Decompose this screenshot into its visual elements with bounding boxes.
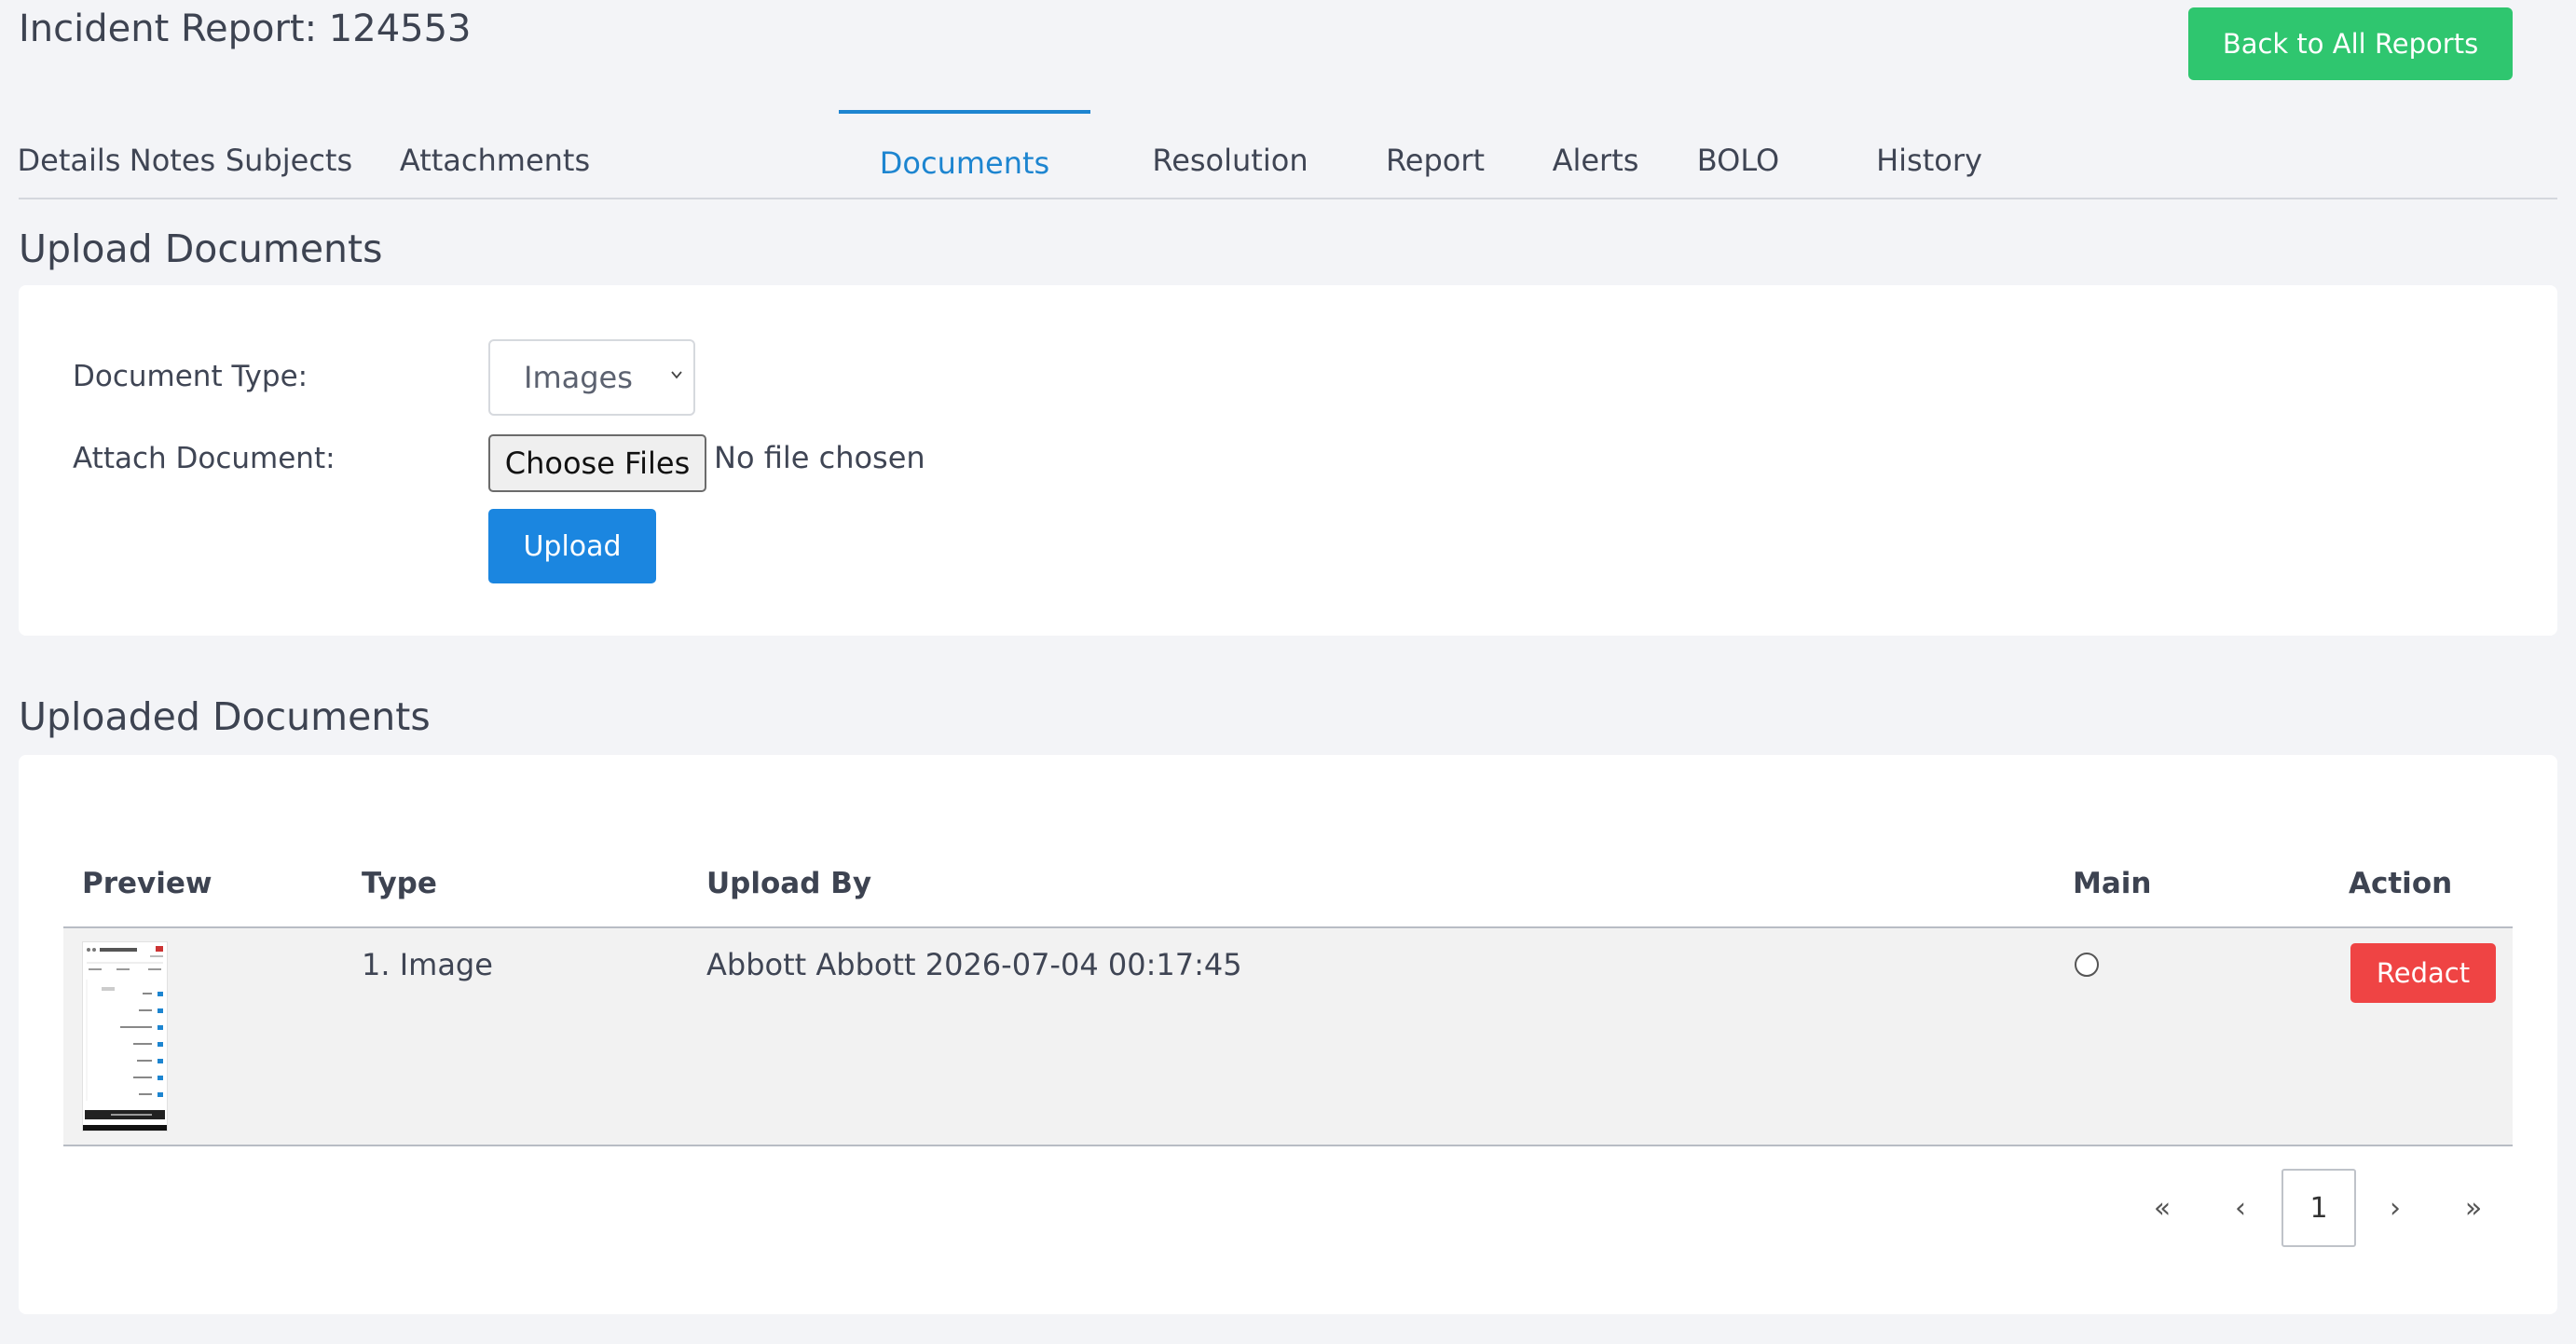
page-title: Incident Report: 124553 <box>19 7 472 50</box>
column-header-action: Action <box>2349 867 2453 900</box>
tab-label: Documents <box>879 145 1050 181</box>
document-type-cell: 1. Image <box>362 947 493 982</box>
pagination-first-button[interactable]: « <box>2125 1169 2199 1247</box>
tab-notes[interactable]: Notes <box>123 123 222 198</box>
column-header-main: Main <box>2073 867 2152 900</box>
upload-documents-heading: Upload Documents <box>19 226 383 271</box>
upload-button[interactable]: Upload <box>488 509 656 583</box>
attach-document-label: Attach Document: <box>73 442 336 475</box>
tab-documents[interactable]: Documents <box>839 110 1090 205</box>
upload-card <box>19 285 2557 636</box>
main-radio-button[interactable] <box>2075 953 2099 977</box>
tab-subjects[interactable]: Subjects <box>222 123 356 198</box>
document-preview-image <box>83 942 167 1131</box>
tab-alerts[interactable]: Alerts <box>1538 123 1653 198</box>
tab-label: History <box>1876 143 1982 178</box>
tab-label: Alerts <box>1552 143 1639 178</box>
document-type-label: Document Type: <box>73 360 308 393</box>
tab-label: Notes <box>129 143 216 178</box>
document-type-select[interactable]: Images <box>488 339 695 416</box>
tab-bolo[interactable]: BOLO <box>1687 123 1789 198</box>
redact-button[interactable]: Redact <box>2350 943 2496 1003</box>
pagination-prev-button[interactable]: ‹ <box>2203 1169 2278 1247</box>
pagination-next-button[interactable]: › <box>2358 1169 2432 1247</box>
tab-label: Report <box>1385 143 1486 178</box>
column-header-upload-by: Upload By <box>706 867 872 900</box>
tab-label: Subjects <box>225 143 353 178</box>
choose-files-button[interactable]: Choose Files <box>488 434 706 492</box>
tab-label: BOLO <box>1696 143 1780 178</box>
column-header-type: Type <box>362 867 437 900</box>
pagination-page-1[interactable]: 1 <box>2281 1169 2356 1247</box>
chevron-down-icon <box>671 371 682 379</box>
pagination-last-button[interactable]: » <box>2436 1169 2511 1247</box>
document-type-value: Images <box>524 360 633 395</box>
tab-details[interactable]: Details <box>17 123 121 198</box>
file-status-text: No file chosen <box>714 440 925 475</box>
uploaded-documents-heading: Uploaded Documents <box>19 694 431 739</box>
upload-by-cell: Abbott Abbott 2026-07-04 00:17:45 <box>706 947 1242 982</box>
tab-bar: Details Notes Subjects Attachments Docum… <box>17 104 2557 199</box>
tab-label: Details <box>17 143 121 178</box>
tab-report[interactable]: Report <box>1361 123 1510 198</box>
tab-attachments[interactable]: Attachments <box>391 123 598 198</box>
column-header-preview: Preview <box>82 867 212 900</box>
tab-resolution[interactable]: Resolution <box>1128 123 1333 198</box>
table-row-divider <box>63 1145 2513 1146</box>
document-preview-thumbnail[interactable] <box>82 941 168 1131</box>
tab-history[interactable]: History <box>1864 123 1994 198</box>
tab-label: Attachments <box>399 143 591 178</box>
back-to-all-reports-button[interactable]: Back to All Reports <box>2188 7 2513 80</box>
tab-label: Resolution <box>1152 143 1309 178</box>
